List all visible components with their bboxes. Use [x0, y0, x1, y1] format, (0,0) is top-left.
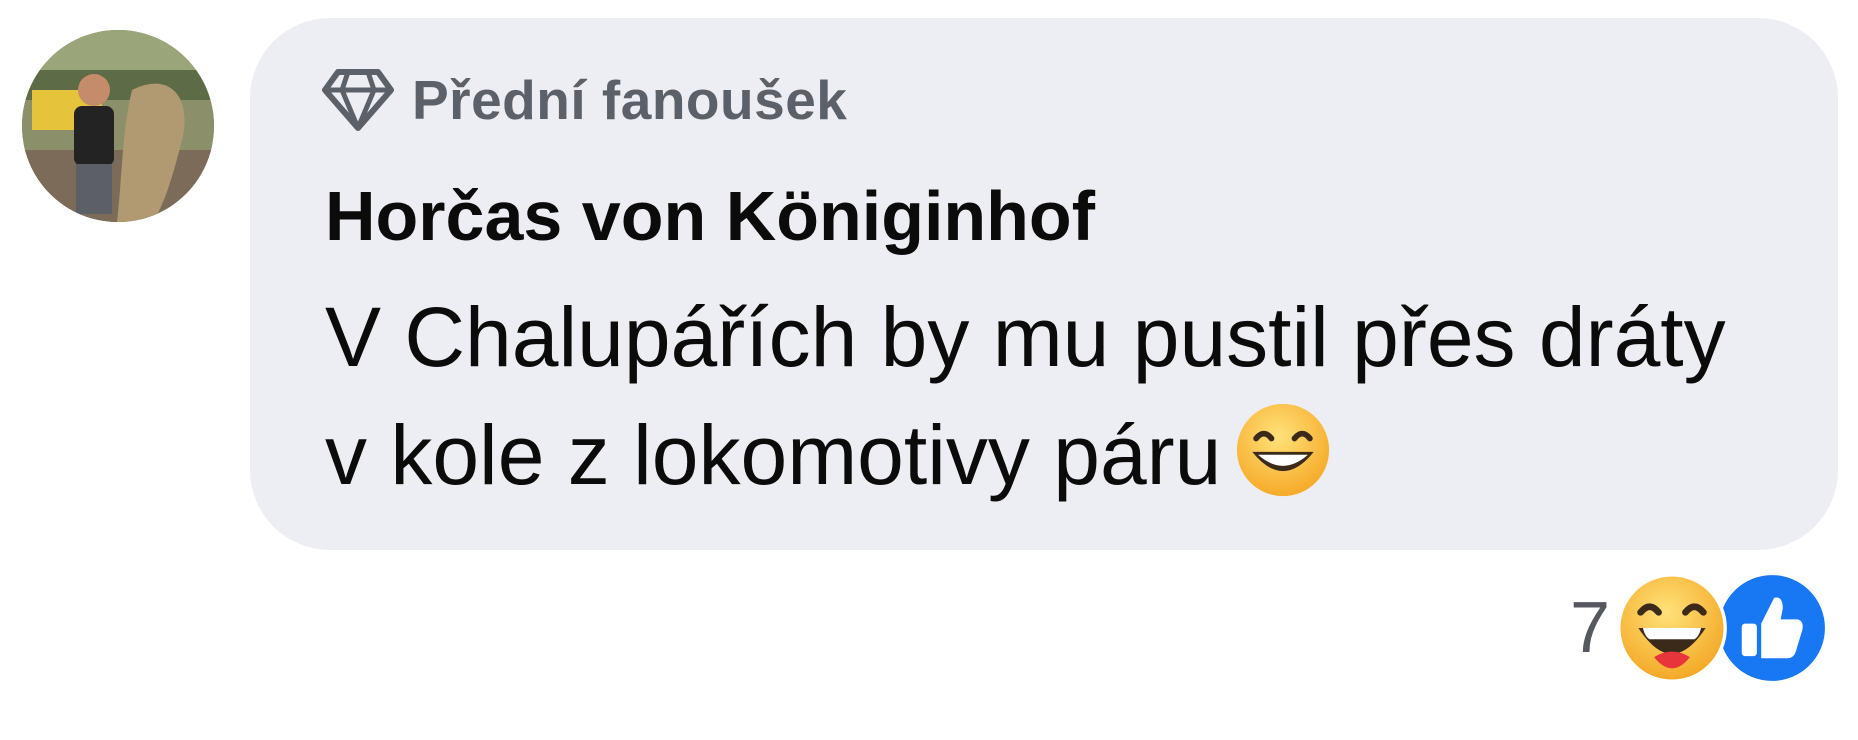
like-reaction-icon: [1719, 575, 1825, 681]
top-fan-badge: Přední fanoušek: [322, 68, 847, 132]
diamond-icon: [322, 69, 394, 131]
user-avatar-photo: [22, 30, 214, 222]
haha-reaction-icon: [1617, 573, 1727, 683]
badge-label: Přední fanoušek: [412, 69, 848, 131]
comment-author-name[interactable]: Horčas von Königinhof: [325, 176, 1095, 256]
reaction-count: 7: [1569, 588, 1610, 668]
comment-text: V Chalupářích by mu pustil přes dráty v …: [325, 278, 1765, 514]
comment-avatar[interactable]: [22, 30, 214, 222]
grinning-face-emoji: [1237, 403, 1330, 497]
reaction-icons: [1616, 572, 1836, 684]
comment-text-body: V Chalupářích by mu pustil přes dráty v …: [325, 290, 1726, 502]
reactions-summary[interactable]: 7: [1570, 572, 1836, 684]
